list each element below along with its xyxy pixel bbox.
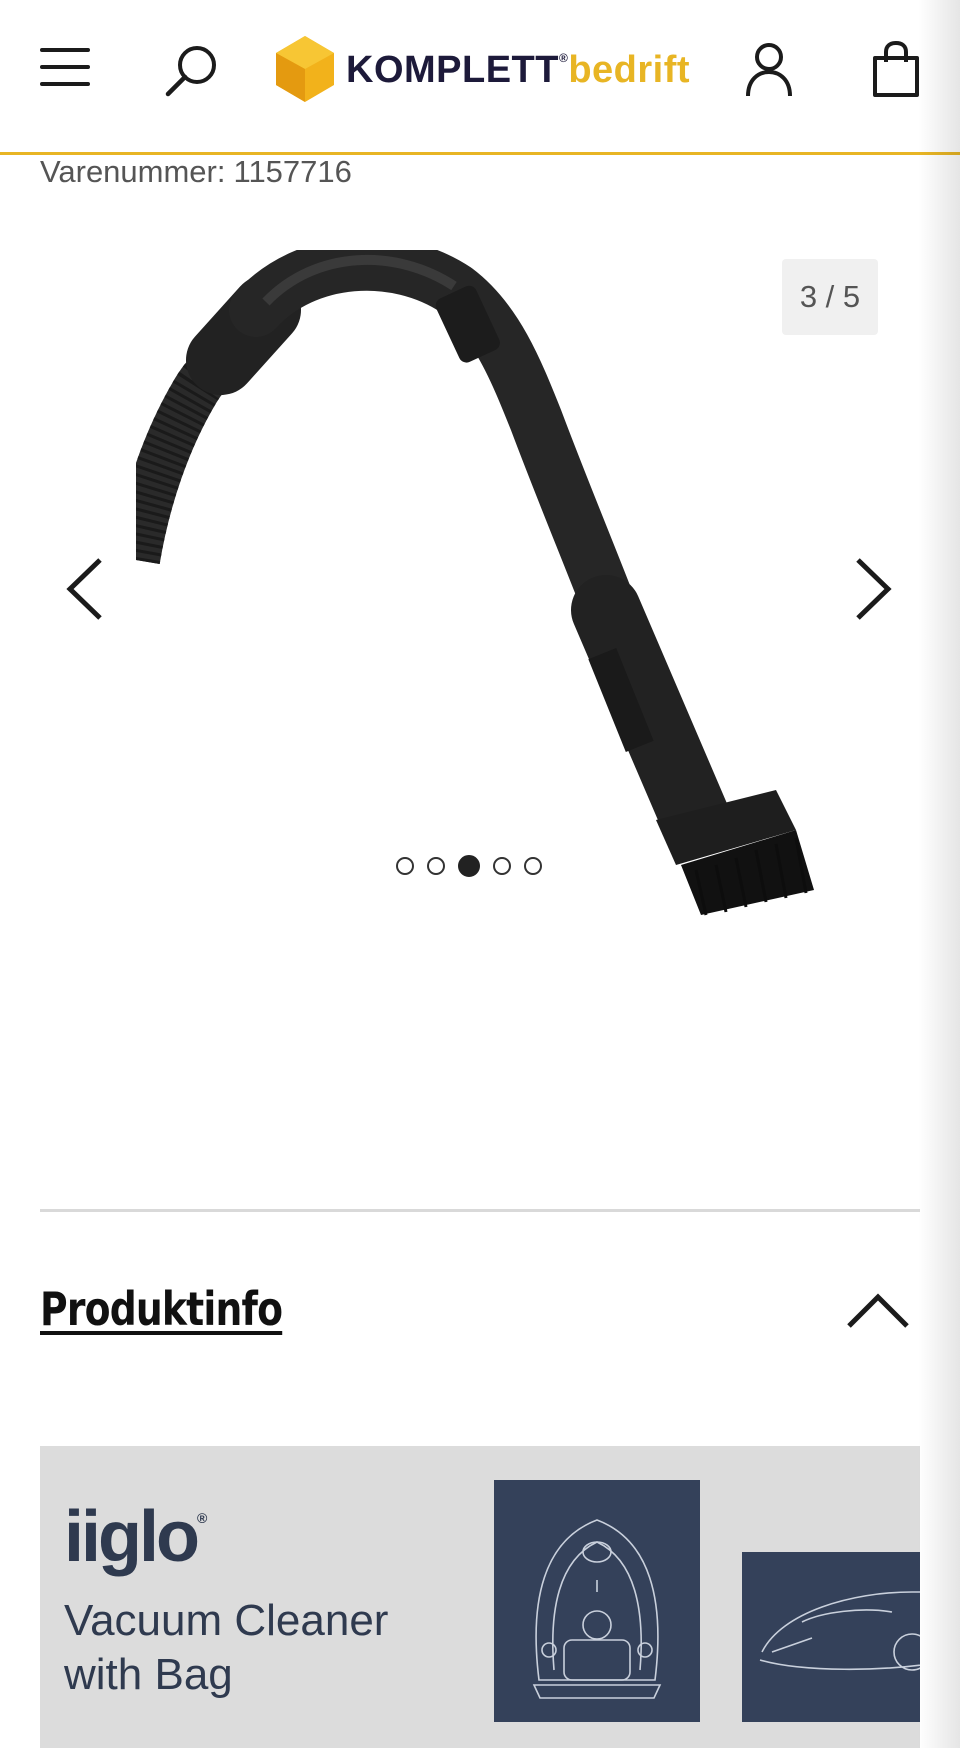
site-header: KOMPLETT®bedrift bbox=[0, 0, 960, 155]
pagination-dot-1[interactable] bbox=[396, 857, 414, 875]
menu-icon-bar bbox=[40, 65, 90, 69]
search-button[interactable] bbox=[164, 42, 222, 100]
pagination-dot-3-active[interactable] bbox=[458, 855, 480, 877]
logo-text: KOMPLETT®bedrift bbox=[346, 49, 691, 91]
menu-icon-bar bbox=[40, 82, 90, 86]
page-edge-shadow bbox=[918, 0, 960, 1748]
item-number: Varenummer: 1157716 bbox=[40, 154, 352, 190]
pagination-dot-2[interactable] bbox=[427, 857, 445, 875]
previous-image-button[interactable] bbox=[62, 554, 112, 624]
section-divider bbox=[40, 1209, 920, 1212]
next-image-button[interactable] bbox=[848, 554, 898, 624]
product-banner: iiglo® Vacuum Cleaner with Bag bbox=[40, 1446, 920, 1748]
komplett-bedrift-logo[interactable]: KOMPLETT®bedrift bbox=[276, 36, 690, 102]
item-number-value: 1157716 bbox=[233, 154, 352, 189]
chevron-right-icon bbox=[856, 558, 892, 620]
iiglo-brand-logo: iiglo® bbox=[64, 1497, 208, 1577]
menu-button[interactable] bbox=[40, 46, 90, 88]
item-number-label: Varenummer: bbox=[40, 154, 226, 189]
pagination-dot-4[interactable] bbox=[493, 857, 511, 875]
banner-headline-line1: Vacuum Cleaner bbox=[64, 1596, 389, 1645]
account-button[interactable] bbox=[744, 42, 794, 98]
chevron-up-icon bbox=[847, 1293, 909, 1328]
cart-icon bbox=[873, 40, 919, 97]
logo-mark-icon bbox=[276, 36, 334, 102]
chevron-left-icon bbox=[66, 558, 102, 620]
collapse-section-button[interactable] bbox=[846, 1290, 910, 1330]
product-image[interactable] bbox=[136, 250, 866, 940]
vacuum-side-outline-icon bbox=[759, 1591, 920, 1671]
banner-headline-line2: with Bag bbox=[64, 1650, 233, 1699]
image-pagination bbox=[396, 854, 542, 878]
vacuum-front-illustration bbox=[494, 1480, 700, 1722]
image-counter: 3 / 5 bbox=[782, 259, 878, 335]
account-icon bbox=[746, 43, 792, 97]
cart-button[interactable] bbox=[872, 40, 920, 98]
vacuum-outline-icon bbox=[532, 1519, 662, 1699]
vacuum-side-illustration bbox=[742, 1552, 920, 1722]
section-title-produktinfo[interactable]: Produktinfo bbox=[40, 1282, 283, 1336]
search-icon bbox=[165, 46, 216, 97]
pagination-dot-5[interactable] bbox=[524, 857, 542, 875]
menu-icon-bar bbox=[40, 48, 90, 52]
